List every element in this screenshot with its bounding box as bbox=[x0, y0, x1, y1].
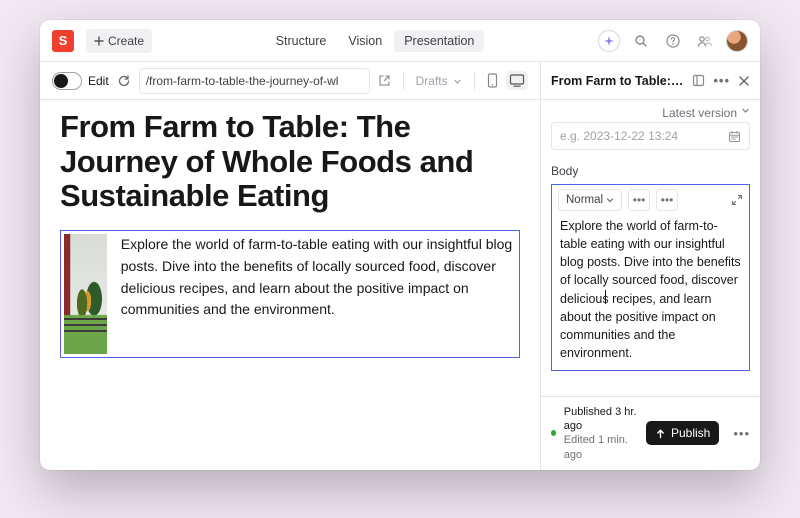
user-avatar[interactable] bbox=[726, 30, 748, 52]
create-button[interactable]: Create bbox=[86, 29, 152, 53]
status-secondary: Edited 1 min. ago bbox=[564, 433, 638, 462]
header-actions bbox=[598, 30, 748, 52]
date-placeholder: e.g. 2023-12-22 13:24 bbox=[560, 129, 678, 143]
close-icon[interactable] bbox=[738, 75, 750, 87]
image-detail bbox=[64, 318, 107, 320]
panel-header: From Farm to Table: The Jou… ••• bbox=[541, 62, 760, 100]
footer-more-icon[interactable]: ••• bbox=[733, 426, 750, 441]
device-mobile-icon[interactable] bbox=[487, 73, 498, 88]
app-window: S Create Structure Vision Presentation bbox=[40, 20, 760, 470]
nav-tab-vision[interactable]: Vision bbox=[338, 30, 392, 52]
publish-button[interactable]: Publish bbox=[646, 421, 719, 445]
app-header: S Create Structure Vision Presentation bbox=[40, 20, 760, 62]
calendar-icon bbox=[728, 130, 741, 143]
chevron-down-icon bbox=[606, 196, 614, 204]
text-caret bbox=[605, 290, 606, 304]
panel-title: From Farm to Table: The Jou… bbox=[551, 74, 684, 88]
publish-label: Publish bbox=[671, 426, 710, 440]
top-nav: Structure Vision Presentation bbox=[266, 30, 485, 52]
panel-footer: Published 3 hr. ago Edited 1 min. ago Pu… bbox=[541, 396, 760, 470]
toolbar-more-1[interactable]: ••• bbox=[628, 189, 650, 211]
nav-tab-structure[interactable]: Structure bbox=[266, 30, 337, 52]
status-dot-icon bbox=[551, 430, 556, 436]
edit-toggle[interactable] bbox=[52, 72, 82, 90]
app-logo[interactable]: S bbox=[52, 30, 74, 52]
editor-toolbar: Edit /from-farm-to-table-the-journey-of-… bbox=[40, 62, 540, 100]
panel-content: e.g. 2023-12-22 13:24 Body Normal bbox=[541, 122, 760, 396]
edit-toggle-group: Edit bbox=[52, 72, 109, 90]
article-body-text: Explore the world of farm-to-table eatin… bbox=[121, 234, 516, 354]
plus-icon bbox=[94, 36, 104, 46]
assist-icon[interactable] bbox=[598, 30, 620, 52]
edit-label: Edit bbox=[88, 74, 109, 88]
create-label: Create bbox=[108, 34, 144, 48]
editor-pane: Edit /from-farm-to-table-the-journey-of-… bbox=[40, 62, 540, 470]
publish-icon bbox=[655, 428, 666, 439]
open-link-icon[interactable] bbox=[378, 74, 391, 87]
chevron-down-icon bbox=[453, 77, 462, 86]
toolbar-more-2[interactable]: ••• bbox=[656, 189, 678, 211]
rich-editor-toolbar: Normal ••• ••• bbox=[552, 185, 749, 215]
status-primary: Published 3 hr. ago bbox=[564, 405, 638, 434]
refresh-icon[interactable] bbox=[117, 74, 131, 88]
date-input[interactable]: e.g. 2023-12-22 13:24 bbox=[551, 122, 750, 150]
chevron-down-icon bbox=[741, 106, 750, 120]
style-dropdown[interactable]: Normal bbox=[558, 189, 622, 211]
slug-input[interactable]: /from-farm-to-table-the-journey-of-wl bbox=[139, 68, 370, 94]
inspector-panel: From Farm to Table: The Jou… ••• Latest … bbox=[540, 62, 760, 470]
hero-image[interactable] bbox=[64, 234, 107, 354]
status-text: Published 3 hr. ago Edited 1 min. ago bbox=[564, 405, 638, 462]
body-editor-text[interactable]: Explore the world of farm-to-table eatin… bbox=[552, 215, 749, 370]
presence-icon[interactable] bbox=[694, 30, 716, 52]
body-block-selected[interactable]: Explore the world of farm-to-table eatin… bbox=[60, 230, 520, 358]
search-icon[interactable] bbox=[630, 30, 652, 52]
panel-more-icon[interactable]: ••• bbox=[713, 73, 730, 88]
nav-tab-presentation[interactable]: Presentation bbox=[394, 30, 484, 52]
body-rich-editor[interactable]: Normal ••• ••• Explore the w bbox=[551, 184, 750, 371]
body-field-label: Body bbox=[551, 164, 750, 178]
workspace: Edit /from-farm-to-table-the-journey-of-… bbox=[40, 62, 760, 470]
device-desktop-icon[interactable] bbox=[506, 71, 528, 90]
help-icon[interactable] bbox=[662, 30, 684, 52]
expand-icon[interactable] bbox=[731, 194, 743, 206]
editor-body[interactable]: From Farm to Table: The Journey of Whole… bbox=[40, 100, 540, 470]
divider bbox=[474, 72, 475, 90]
version-selector[interactable]: Latest version bbox=[541, 100, 760, 122]
drafts-dropdown[interactable]: Drafts bbox=[416, 74, 462, 88]
panel-layout-icon[interactable] bbox=[692, 74, 705, 87]
slug-value: /from-farm-to-table-the-journey-of-wl bbox=[146, 74, 339, 88]
divider bbox=[403, 72, 404, 90]
article-title: From Farm to Table: The Journey of Whole… bbox=[60, 110, 520, 214]
